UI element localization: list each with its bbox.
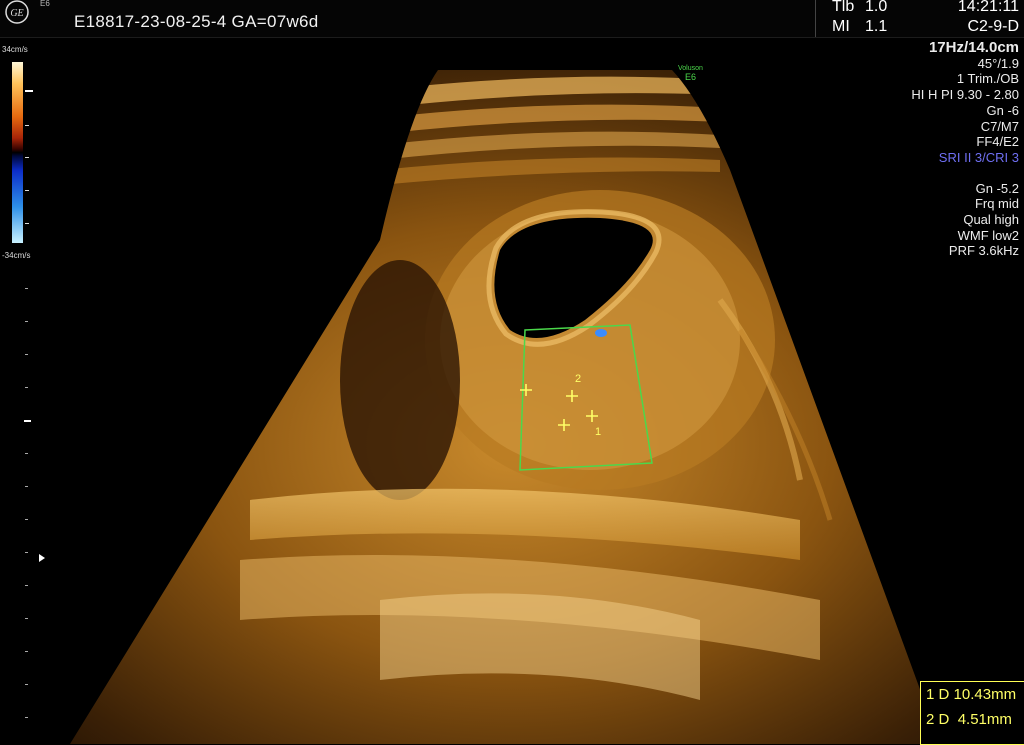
- imaging-parameters: 17Hz/14.0cm 45°/1.9 1 Trim./OB HI H PI 9…: [911, 40, 1019, 259]
- depth-tick: [25, 354, 28, 355]
- focus-marker-icon: [39, 554, 45, 562]
- colorbar-marker: [25, 90, 33, 92]
- colorbar-tick: [25, 125, 29, 126]
- depth-tick: [25, 453, 28, 454]
- measurement-row: 2 D 4.51mm: [926, 711, 1012, 728]
- header-bar: GE E6 E18817-23-08-25-4 GA=07w6d Tlb 1.0…: [0, 0, 1024, 38]
- header-divider: [815, 0, 816, 37]
- depth-tick: [25, 387, 28, 388]
- depth-tick: [25, 585, 28, 586]
- param-frame-depth: 17Hz/14.0cm: [928, 39, 1019, 56]
- depth-tick: [25, 651, 28, 652]
- colorbar-tick: [25, 157, 29, 158]
- color-param-prf: PRF 3.6kHz: [948, 243, 1019, 259]
- param-contrast-map: C7/M7: [980, 118, 1019, 134]
- logo-text: GE: [10, 8, 23, 19]
- measurement-results: 1 D 10.43mm 2 D 4.51mm: [920, 681, 1024, 745]
- measurement-row: 1 D 10.43mm: [926, 686, 1017, 703]
- clock: 14:21:11: [957, 0, 1019, 15]
- color-param-wall-filter: WMF low2: [957, 227, 1019, 243]
- colorbar-tick: [25, 223, 29, 224]
- tib-label: Tlb: [832, 0, 855, 15]
- caliper-label-2: 2: [575, 373, 582, 385]
- depth-tick: [25, 684, 28, 685]
- param-harmonics: HI H PI 9.30 - 2.80: [911, 87, 1019, 103]
- patient-info: E18817-23-08-25-4 GA=07w6d: [74, 12, 319, 31]
- depth-tick: [25, 288, 28, 289]
- param-sri-cri: SRI II 3/CRI 3: [938, 149, 1019, 165]
- param-filter: FF4/E2: [976, 134, 1019, 150]
- param-preset: 1 Trim./OB: [956, 71, 1019, 87]
- ge-logo-icon: GE: [5, 0, 29, 24]
- ultrasound-image: [70, 70, 940, 744]
- system-model-label: E6: [40, 0, 50, 8]
- depth-tick: [25, 717, 28, 718]
- mi-value: 1.1: [865, 18, 888, 35]
- tib-value: 1.0: [865, 0, 888, 15]
- depth-tick: [25, 552, 28, 553]
- voluson-label: Voluson E6: [678, 64, 703, 82]
- probe-label: C2-9-D: [967, 18, 1019, 35]
- depth-tick: [25, 618, 28, 619]
- colorbar-tick: [25, 190, 29, 191]
- colorbar-min-label: -34cm/s: [2, 251, 31, 260]
- color-param-quality: Qual high: [963, 212, 1019, 228]
- color-param-gain: Gn -5.2: [975, 180, 1019, 196]
- depth-tick: [25, 321, 28, 322]
- colorbar-max-label: 34cm/s: [2, 45, 28, 54]
- caliper-label-1: 1: [595, 426, 602, 438]
- color-param-frequency: Frq mid: [974, 196, 1019, 212]
- param-gain: Gn -6: [986, 102, 1019, 118]
- param-angle: 45°/1.9: [977, 55, 1019, 71]
- color-velocity-bar: [12, 62, 23, 243]
- voluson-model: E6: [684, 72, 696, 82]
- mi-label: MI: [832, 18, 850, 35]
- depth-tick-major: [24, 420, 31, 422]
- depth-tick: [25, 486, 28, 487]
- depth-tick: [25, 519, 28, 520]
